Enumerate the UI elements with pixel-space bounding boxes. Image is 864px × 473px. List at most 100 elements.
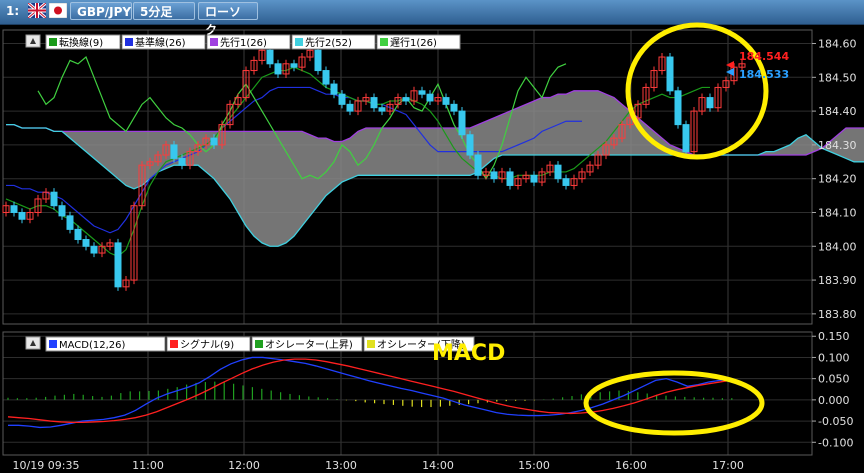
candle <box>666 52 674 95</box>
candle <box>578 167 586 183</box>
candle <box>682 120 690 156</box>
candle <box>362 93 370 106</box>
candle <box>442 93 450 109</box>
candle <box>50 188 58 210</box>
y-tick-label: 184.20 <box>818 173 857 186</box>
candle <box>82 235 90 251</box>
candle <box>562 174 570 190</box>
x-tick-label: 13:00 <box>325 459 357 472</box>
y-tick-label: 184.30 <box>818 139 857 152</box>
macd-y-tick-label: -0.050 <box>818 415 853 428</box>
candle <box>706 93 714 112</box>
kumo-cloud <box>6 90 864 247</box>
candle <box>458 107 466 139</box>
x-tick-label: 12:00 <box>228 459 260 472</box>
macd-y-tick-label: -0.100 <box>818 436 853 449</box>
macd-line <box>8 356 731 429</box>
main-legend-label: 先行1(26) <box>220 36 267 49</box>
highlight-circle-macd <box>583 370 765 436</box>
candle <box>450 100 458 116</box>
macd-legend-label: シグナル(9) <box>180 338 234 351</box>
candle <box>42 188 50 204</box>
macd-y-tick-label: 0.050 <box>818 373 850 386</box>
candle <box>434 93 442 106</box>
candle <box>234 93 242 109</box>
candle <box>658 52 666 75</box>
candle <box>370 93 378 112</box>
candle <box>402 93 410 106</box>
candle <box>698 93 706 116</box>
candle <box>66 211 74 234</box>
main-legend-label: 基準線(26) <box>135 36 186 49</box>
candle <box>114 238 122 291</box>
candle <box>474 150 482 180</box>
candle <box>426 90 434 106</box>
candle <box>538 167 546 187</box>
chart-window: 1: GBP/JPY 5分足 ローソク 10/19 09:35 11:00 12:0… <box>0 0 864 473</box>
candle <box>346 100 354 116</box>
x-tick-label: 15:00 <box>518 459 550 472</box>
y-tick-label: 184.40 <box>818 105 857 118</box>
candle <box>418 86 426 99</box>
macd-legend-label: オシレーター(上昇) <box>265 339 353 351</box>
last-price-label-2: 184.533 <box>739 68 789 81</box>
candle <box>650 66 658 92</box>
candle <box>466 130 474 160</box>
main-legend-label: 遅行1(26) <box>390 36 437 49</box>
candle <box>530 171 538 187</box>
candle <box>642 83 650 109</box>
candle <box>714 83 722 112</box>
candle <box>314 46 322 75</box>
main-legend-label: 先行2(52) <box>305 36 352 49</box>
candle <box>386 100 394 116</box>
candle <box>570 174 578 190</box>
candle <box>122 276 130 291</box>
x-tick-label: 17:00 <box>712 459 744 472</box>
y-tick-label: 184.60 <box>818 38 857 51</box>
y-tick-label: 184.10 <box>818 206 857 219</box>
x-tick-label: 16:00 <box>615 459 647 472</box>
y-tick-label: 184.00 <box>818 240 857 253</box>
candle <box>298 52 306 72</box>
candle <box>506 167 514 190</box>
macd-y-tick-label: 0.000 <box>818 394 850 407</box>
candle <box>482 167 490 180</box>
x-tick-label: 10/19 09:35 <box>13 459 80 472</box>
candle <box>674 86 682 129</box>
candle <box>106 238 114 251</box>
candle <box>90 242 98 258</box>
candle <box>514 174 522 190</box>
signal-line <box>7 358 731 423</box>
candle <box>18 208 26 224</box>
macd-y-tick-label: 0.150 <box>818 330 850 343</box>
candle <box>290 59 298 72</box>
candle <box>490 167 498 183</box>
candle <box>586 161 594 176</box>
candle <box>2 201 10 217</box>
candle <box>522 171 530 183</box>
kumo-area <box>6 90 864 247</box>
y-tick-label: 184.50 <box>818 71 857 84</box>
candle <box>498 167 506 183</box>
candle <box>26 208 34 224</box>
x-tick-label: 14:00 <box>422 459 454 472</box>
candle <box>554 161 562 183</box>
candle <box>322 66 330 89</box>
candle <box>10 201 18 217</box>
last-price-marker-2 <box>726 68 734 76</box>
main-legend-label: 転換線(9) <box>59 36 103 49</box>
candle <box>282 59 290 78</box>
macd-annotation: MACD <box>432 341 505 366</box>
chart-canvas: 10/19 09:35 11:00 12:00 13:00 14:00 15:00 16:0… <box>2 22 864 472</box>
candle <box>250 56 258 75</box>
y-tick-label: 183.90 <box>818 274 857 287</box>
macd-oscillator <box>7 381 733 408</box>
macd-legend-label: MACD(12,26) <box>59 340 126 351</box>
last-price-marker <box>726 61 734 69</box>
candle <box>690 107 698 156</box>
y-tick-label: 183.80 <box>818 308 857 321</box>
candle <box>546 161 554 176</box>
candle <box>274 59 282 78</box>
last-price-label: 184.544 <box>739 50 789 63</box>
price-axis: 184.60 184.50 184.40 184.30 184.20 184.10 184.… <box>812 38 857 449</box>
